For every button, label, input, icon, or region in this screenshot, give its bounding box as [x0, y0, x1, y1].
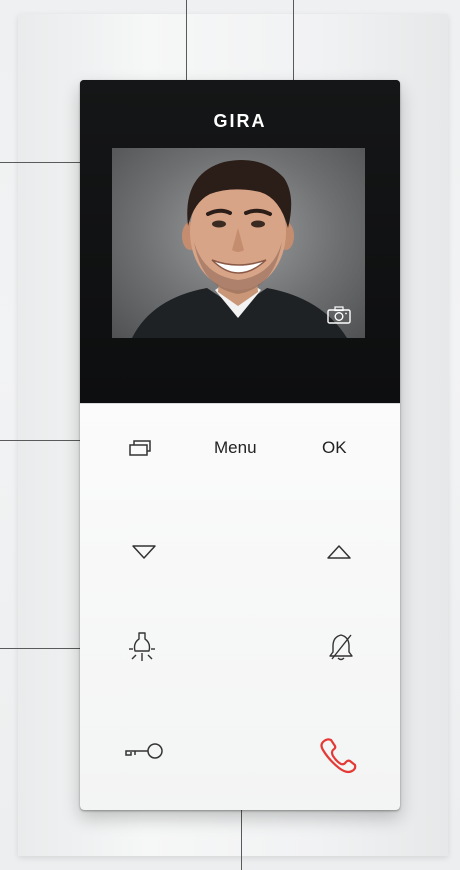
triangle-up-icon[interactable]	[326, 544, 352, 560]
menu-button[interactable]: Menu	[214, 438, 257, 458]
display-panel: GIRA	[80, 80, 400, 403]
callout-line-top-right	[293, 0, 294, 80]
screens-icon[interactable]	[128, 439, 152, 457]
brand-logo: GIRA	[213, 111, 267, 131]
callout-line-top-left	[186, 0, 187, 80]
camera-icon[interactable]	[327, 306, 351, 324]
light-bulb-icon[interactable]	[127, 631, 157, 663]
control-panel: Menu OK	[80, 403, 400, 810]
ok-button[interactable]: OK	[322, 438, 347, 458]
triangle-down-icon[interactable]	[131, 544, 157, 560]
video-screen	[112, 148, 365, 338]
door-intercom-device: GIRA Menu OK	[80, 80, 400, 810]
handset-icon[interactable]	[317, 734, 357, 774]
key-icon[interactable]	[123, 741, 165, 761]
bell-mute-icon[interactable]	[328, 632, 354, 662]
